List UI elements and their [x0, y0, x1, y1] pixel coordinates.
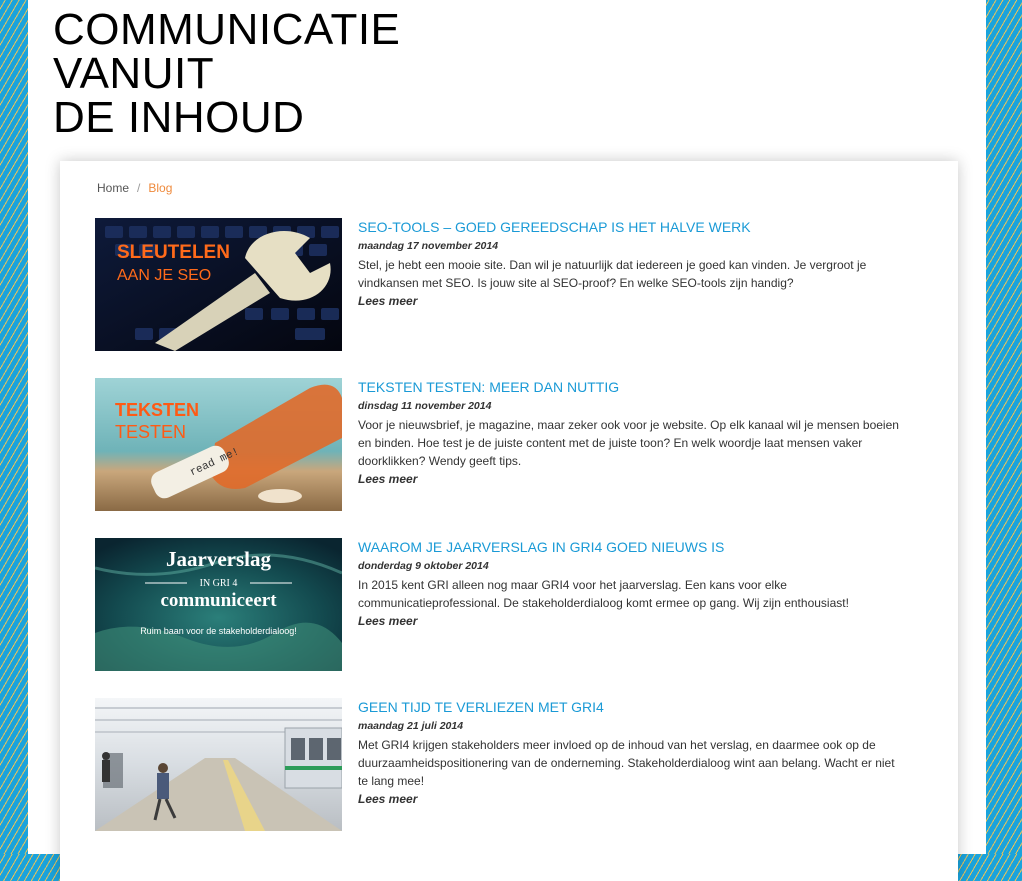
thumb-text-jaarverslag: Jaarverslag: [166, 547, 271, 571]
breadcrumb-current: Blog: [148, 181, 173, 195]
post-thumbnail-jaarverslag[interactable]: Jaarverslag IN GRI 4 communiceert Ruim b…: [95, 538, 342, 671]
site-title-line-2: VANUIT: [53, 49, 215, 98]
read-more-link[interactable]: Lees meer: [358, 612, 903, 630]
thumb-text-in-gri4: IN GRI 4: [200, 578, 238, 589]
thumb-text-teksten: TEKSTEN: [115, 400, 199, 420]
thumb-text-aan-je-seo: AAN JE SEO: [117, 267, 211, 284]
post-body: WAAROM JE JAARVERSLAG IN GRI4 GOED NIEUW…: [358, 538, 903, 630]
post-excerpt: Voor je nieuwsbrief, je magazine, maar z…: [358, 418, 899, 468]
thumb-text-testen: TESTEN: [115, 422, 186, 442]
post-title-link[interactable]: SEO-TOOLS – GOED GEREEDSCHAP IS HET HALV…: [358, 218, 903, 236]
breadcrumb-separator: /: [137, 181, 141, 195]
post-thumbnail-seo[interactable]: SLEUTELEN AAN JE SEO: [95, 218, 342, 351]
read-more-link[interactable]: Lees meer: [358, 470, 903, 488]
read-more-link[interactable]: Lees meer: [358, 292, 903, 310]
site-title-line-1: COMMUNICATIE: [53, 5, 401, 54]
page-container: COMMUNICATIE VANUIT DE INHOUD Home / Blog: [28, 0, 986, 881]
post-body: TEKSTEN TESTEN: MEER DAN NUTTIG dinsdag …: [358, 378, 903, 488]
content-card: Home / Blog SLEUTELEN AAN JE SEO SEO-TOO…: [60, 161, 958, 881]
post-date: donderdag 9 oktober 2014: [358, 560, 489, 572]
post-excerpt: Met GRI4 krijgen stakeholders meer invlo…: [358, 738, 895, 788]
site-title[interactable]: COMMUNICATIE VANUIT DE INHOUD: [53, 8, 400, 140]
breadcrumb: Home / Blog: [97, 181, 172, 195]
post-title-link[interactable]: WAAROM JE JAARVERSLAG IN GRI4 GOED NIEUW…: [358, 538, 903, 556]
post-date: maandag 21 juli 2014: [358, 720, 464, 732]
read-more-link[interactable]: Lees meer: [358, 790, 903, 808]
post-body: GEEN TIJD TE VERLIEZEN MET GRI4 maandag …: [358, 698, 903, 808]
thumb-text-ruim-baan: Ruim baan voor de stakeholderdialoog!: [140, 626, 297, 636]
post-title-link[interactable]: GEEN TIJD TE VERLIEZEN MET GRI4: [358, 698, 903, 716]
thumb-text-sleutelen: SLEUTELEN: [117, 242, 230, 263]
breadcrumb-home-link[interactable]: Home: [97, 181, 129, 195]
post-excerpt: In 2015 kent GRI alleen nog maar GRI4 vo…: [358, 578, 849, 610]
post-date: maandag 17 november 2014: [358, 240, 499, 252]
post-date: dinsdag 11 november 2014: [358, 400, 492, 412]
post-thumbnail-teksten[interactable]: read me! TEKSTEN TESTEN: [95, 378, 342, 511]
post-body: SEO-TOOLS – GOED GEREEDSCHAP IS HET HALV…: [358, 218, 903, 310]
site-title-line-3: DE INHOUD: [53, 93, 305, 142]
post-thumbnail-train-station[interactable]: [95, 698, 342, 831]
post-excerpt: Stel, je hebt een mooie site. Dan wil je…: [358, 258, 867, 290]
post-title-link[interactable]: TEKSTEN TESTEN: MEER DAN NUTTIG: [358, 378, 903, 396]
thumb-text-communiceert: communiceert: [160, 590, 277, 611]
